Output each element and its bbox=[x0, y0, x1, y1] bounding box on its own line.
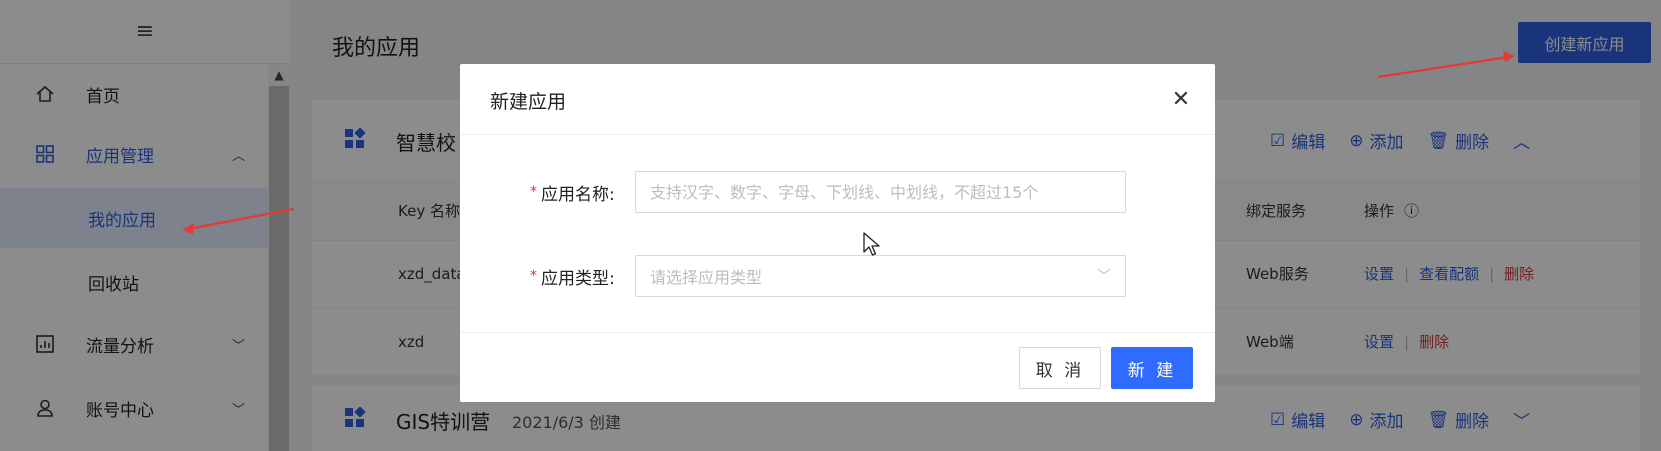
dialog-footer: 取 消 新 建 bbox=[460, 332, 1215, 402]
app-name-field[interactable] bbox=[635, 171, 1126, 213]
dialog-header: 新建应用 ✕ bbox=[460, 64, 1215, 135]
app-type-placeholder: 请选择应用类型 bbox=[650, 268, 763, 287]
app-name-row: * 应用名称: bbox=[460, 171, 1215, 213]
app-type-row: * 应用类型: 请选择应用类型 ﹀ bbox=[460, 255, 1215, 297]
new-app-dialog: 新建应用 ✕ *应用名称: *应用类型: 请选择应用类型 ﹀ 取 消 新 建 bbox=[460, 64, 1215, 402]
close-icon[interactable]: ✕ bbox=[1168, 86, 1194, 112]
dialog-title: 新建应用 bbox=[490, 91, 567, 113]
app-type-label-text: 应用类型: bbox=[541, 268, 615, 289]
required-mark: * bbox=[530, 184, 537, 200]
app-type-select[interactable]: 请选择应用类型 ﹀ bbox=[635, 255, 1126, 297]
app-name-input[interactable] bbox=[650, 182, 1111, 202]
app-name-label: * 应用名称: bbox=[530, 171, 615, 213]
app-type-label: * 应用类型: bbox=[530, 255, 615, 297]
app-name-label-text: 应用名称: bbox=[541, 184, 615, 205]
required-mark: * bbox=[530, 268, 537, 284]
create-button[interactable]: 新 建 bbox=[1111, 347, 1193, 389]
mouse-cursor-icon bbox=[863, 232, 880, 256]
chevron-down-icon: ﹀ bbox=[1097, 269, 1111, 285]
cancel-button[interactable]: 取 消 bbox=[1019, 347, 1101, 389]
